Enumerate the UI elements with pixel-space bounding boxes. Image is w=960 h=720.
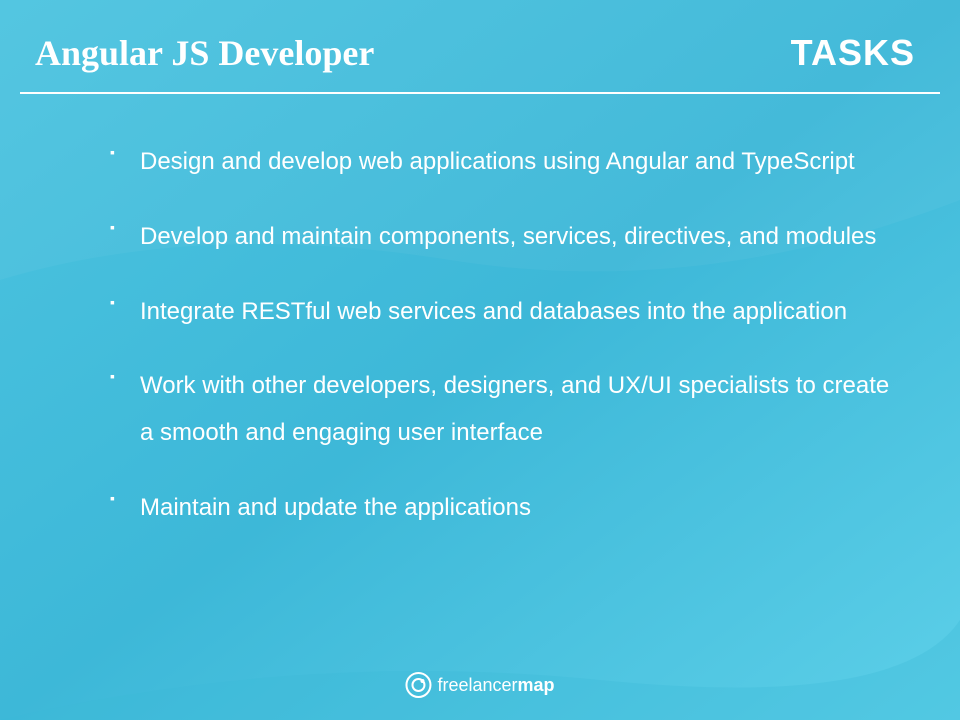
task-item: Maintain and update the applications	[115, 485, 890, 532]
task-item: Integrate RESTful web services and datab…	[115, 289, 890, 336]
task-list: Design and develop web applications usin…	[0, 94, 960, 532]
task-item: Develop and maintain components, service…	[115, 214, 890, 261]
logo-text: freelancermap	[437, 675, 554, 696]
section-label: TASKS	[791, 32, 915, 74]
footer-logo: freelancermap	[405, 672, 554, 698]
header: Angular JS Developer TASKS	[0, 0, 960, 92]
task-item: Work with other developers, designers, a…	[115, 363, 890, 457]
task-item: Design and develop web applications usin…	[115, 139, 890, 186]
logo-icon	[405, 672, 431, 698]
page-title: Angular JS Developer	[35, 32, 374, 74]
